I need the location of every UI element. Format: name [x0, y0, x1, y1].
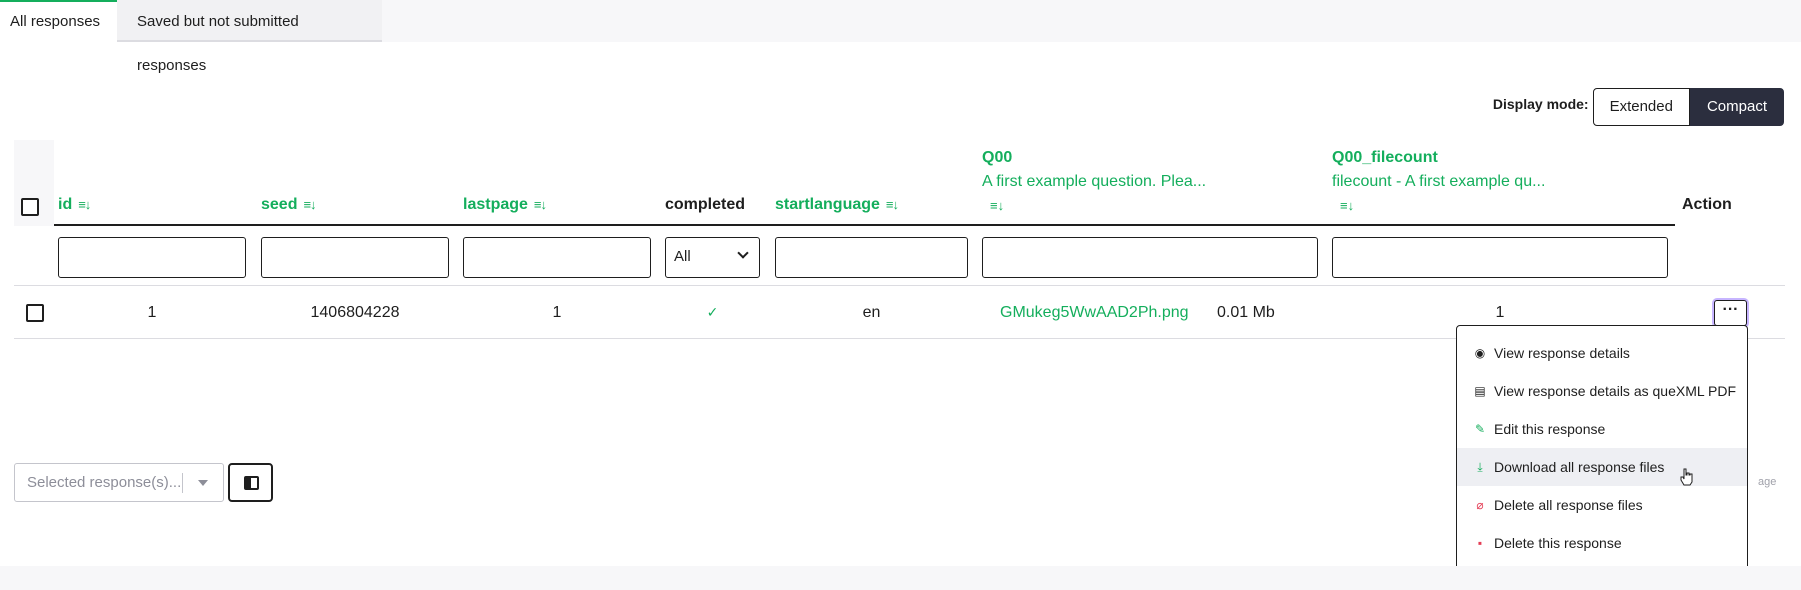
- filter-completed-value: All: [674, 248, 691, 265]
- menu-view-quexml-pdf[interactable]: ▤ View response details as queXML PDF: [1457, 372, 1747, 410]
- filter-q00-filecount-input[interactable]: [1332, 237, 1668, 278]
- menu-item-label: Edit this response: [1494, 421, 1606, 437]
- column-toggle-button[interactable]: [228, 463, 273, 502]
- completed-check-icon: ✓: [706, 304, 719, 320]
- filter-q00-input[interactable]: [982, 237, 1318, 278]
- sort-icon: ≡↓: [303, 197, 316, 212]
- menu-item-label: Delete all response files: [1494, 497, 1643, 513]
- filter-seed-input[interactable]: [261, 237, 449, 278]
- cell-lastpage: 1: [552, 304, 562, 321]
- menu-download-response-files[interactable]: ⤓ Download all response files: [1457, 448, 1747, 486]
- filter-startlanguage-input[interactable]: [775, 237, 968, 278]
- filter-completed-select[interactable]: All: [665, 237, 760, 278]
- tabs-bar: All responses Saved but not submitted re…: [0, 0, 1801, 74]
- display-mode-label: Display mode:: [1492, 96, 1589, 112]
- column-action-label: Action: [1682, 196, 1732, 213]
- column-header-action: Action: [1682, 196, 1732, 214]
- document-icon: ▤: [1474, 384, 1486, 398]
- tab-all-responses[interactable]: All responses: [0, 0, 117, 42]
- sort-icon: ≡↓: [78, 197, 91, 212]
- select-all-checkbox[interactable]: [21, 198, 39, 216]
- display-mode-toggle: Display mode: Extended Compact: [1493, 88, 1784, 126]
- column-lastpage-label: lastpage: [463, 196, 528, 213]
- column-id-label: id: [58, 196, 73, 213]
- sort-icon: ≡↓: [990, 198, 1005, 213]
- trash-icon: ▪: [1477, 536, 1483, 550]
- column-completed-label: completed: [665, 196, 746, 213]
- menu-item-label: View response details as queXML PDF: [1494, 383, 1737, 399]
- menu-edit-response[interactable]: ✎ Edit this response: [1457, 410, 1747, 448]
- column-q00-code: Q00: [982, 149, 1013, 166]
- hand-cursor-icon: [1680, 468, 1693, 486]
- sort-icon: ≡↓: [885, 197, 899, 212]
- extended-mode-button[interactable]: Extended: [1592, 88, 1690, 126]
- sidebar-panel-icon: [244, 476, 259, 490]
- download-icon: ⤓: [1477, 460, 1483, 474]
- cell-id: 1: [147, 304, 157, 321]
- column-header-q00[interactable]: Q00 A first example question. Plea... ≡↓: [982, 146, 1206, 218]
- menu-delete-response[interactable]: ▪ Delete this response: [1457, 524, 1747, 562]
- paperclip-icon: ⌀: [1476, 498, 1484, 512]
- cell-seed: 1406804228: [310, 304, 400, 321]
- column-seed-label: seed: [261, 196, 298, 213]
- filter-id-input[interactable]: [58, 237, 246, 278]
- column-header-lastpage[interactable]: lastpage ≡↓: [463, 196, 547, 214]
- column-startlanguage-label: startlanguage: [775, 196, 880, 213]
- row-actions-button[interactable]: ···: [1714, 300, 1747, 326]
- column-header-seed[interactable]: seed ≡↓: [261, 196, 317, 214]
- menu-item-label: Download all response files: [1494, 459, 1665, 475]
- menu-item-label: Delete this response: [1494, 535, 1622, 551]
- row-select-checkbox[interactable]: [26, 304, 44, 322]
- column-q00-filecount-text: filecount - A first example qu...: [1332, 173, 1546, 190]
- row-actions-menu: ◉ View response details ▤ View response …: [1456, 325, 1748, 574]
- column-header-id[interactable]: id ≡↓: [58, 196, 91, 214]
- bulk-action-placeholder: Selected response(s)...: [27, 474, 182, 491]
- pencil-icon: ✎: [1474, 422, 1486, 436]
- menu-view-response-details[interactable]: ◉ View response details: [1457, 334, 1747, 372]
- column-header-startlanguage[interactable]: startlanguage ≡↓: [775, 196, 899, 214]
- chevron-down-icon: [737, 247, 749, 259]
- pagination-hint: age: [1758, 476, 1777, 488]
- table-header-row: id ≡↓ seed ≡↓ lastpage ≡↓ completed startla…: [14, 140, 1785, 226]
- column-q00-filecount-code: Q00_filecount: [1332, 149, 1438, 166]
- column-header-completed: completed: [665, 196, 745, 214]
- select-separator: [182, 473, 183, 493]
- cell-startlanguage: en: [862, 304, 881, 321]
- sort-icon: ≡↓: [533, 197, 547, 212]
- cell-file-size: 0.01 Mb: [1217, 304, 1275, 321]
- filter-row: All: [14, 228, 1785, 286]
- filter-lastpage-input[interactable]: [463, 237, 651, 278]
- tab-saved-not-submitted[interactable]: Saved but not submitted responses: [117, 0, 382, 74]
- footer-band: [0, 566, 1801, 590]
- sort-icon: ≡↓: [1340, 198, 1355, 213]
- column-header-q00-filecount[interactable]: Q00_filecount filecount - A first exampl…: [1332, 146, 1545, 218]
- compact-mode-button[interactable]: Compact: [1689, 88, 1784, 126]
- column-q00-text: A first example question. Plea...: [982, 173, 1207, 190]
- eye-icon: ◉: [1474, 346, 1486, 360]
- menu-delete-response-files[interactable]: ⌀ Delete all response files: [1457, 486, 1747, 524]
- caret-down-icon: [198, 480, 208, 486]
- response-file-link[interactable]: GMukeg5WwAAD2Ph.png: [1000, 286, 1200, 339]
- menu-item-label: View response details: [1494, 345, 1630, 361]
- bulk-action-select[interactable]: Selected response(s)...: [14, 463, 224, 502]
